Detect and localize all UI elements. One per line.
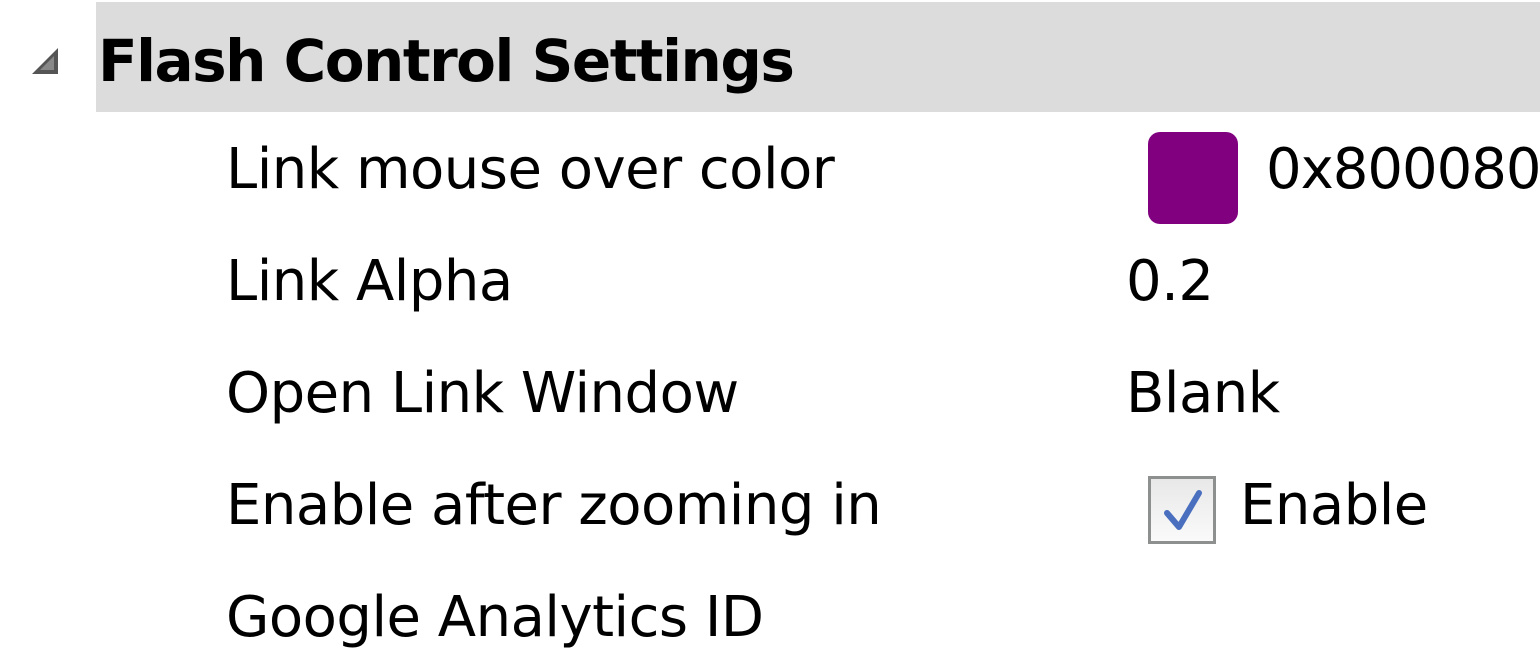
section-title: Flash Control Settings — [98, 27, 795, 95]
property-row-link-alpha[interactable]: Link Alpha 0.2 — [0, 226, 1540, 338]
section-header[interactable]: Flash Control Settings — [0, 0, 1540, 114]
enable-checkbox[interactable] — [1148, 476, 1216, 544]
property-value[interactable]: 0x800080 — [1266, 134, 1540, 206]
property-label: Link mouse over color — [226, 137, 835, 202]
property-row-google-analytics-id[interactable]: Google Analytics ID — [0, 562, 1540, 668]
property-grid: Flash Control Settings Link mouse over c… — [0, 0, 1540, 668]
property-row-enable-after-zooming-in[interactable]: Enable after zooming in Enable — [0, 450, 1540, 562]
color-swatch[interactable] — [1148, 132, 1238, 224]
collapse-triangle-icon[interactable] — [28, 44, 64, 80]
property-label: Open Link Window — [226, 361, 739, 426]
property-label: Google Analytics ID — [226, 585, 764, 650]
checkbox-label[interactable]: Enable — [1240, 470, 1428, 542]
property-value[interactable]: 0.2 — [1126, 246, 1214, 318]
property-label: Link Alpha — [226, 249, 513, 314]
property-value[interactable]: Blank — [1126, 358, 1280, 430]
property-row-link-mouse-over-color[interactable]: Link mouse over color 0x800080 — [0, 114, 1540, 226]
property-label: Enable after zooming in — [226, 473, 882, 538]
property-row-open-link-window[interactable]: Open Link Window Blank — [0, 338, 1540, 450]
check-mark-icon — [1164, 490, 1202, 530]
